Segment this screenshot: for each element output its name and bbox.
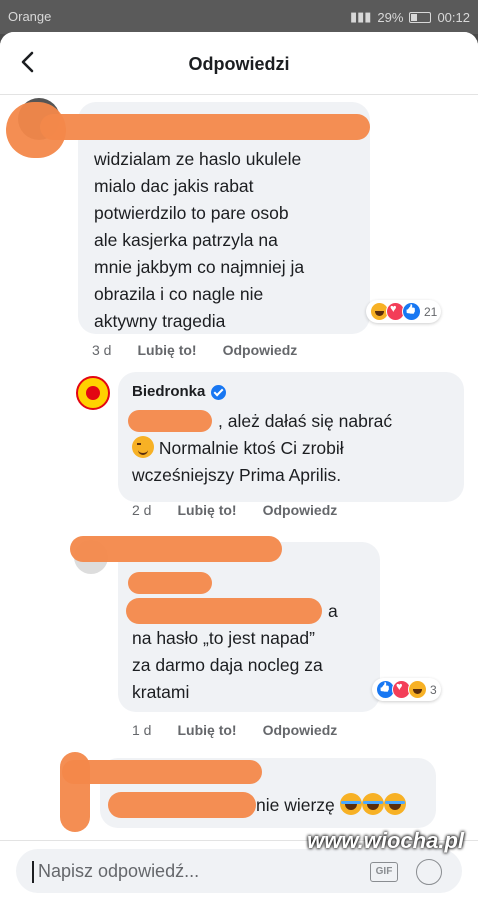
comment-author[interactable]: Biedronka [132, 382, 227, 402]
signal-icon: ▮▮▮ [349, 9, 372, 24]
comment-time: 3 d [92, 342, 112, 358]
comment-text-line: aktywny tragedia [94, 311, 226, 331]
crying-laughing-face-icon [383, 793, 406, 815]
comment-actions: 2 d Lubię to! Odpowiedz [132, 502, 337, 518]
comment-text-line: nie wierzę [256, 792, 406, 819]
reaction-summary[interactable]: 21 [366, 300, 442, 323]
redaction-mark [128, 410, 212, 432]
comment-text-line: Normalnie ktoś Ci zrobił [132, 435, 392, 462]
comment-text-line: potwierdzilo to pare osob [94, 203, 289, 223]
winking-face-icon [132, 436, 154, 458]
verified-badge-icon [211, 384, 227, 400]
reply-button[interactable]: Odpowiedz [263, 502, 338, 518]
comment-text-line: kratami [132, 682, 190, 702]
reply-button[interactable]: Odpowiedz [223, 342, 298, 358]
crying-laughing-face-icon [361, 793, 384, 815]
reaction-count: 3 [430, 682, 437, 697]
status-bar: Orange ▮▮▮ 29% 00:12 [0, 0, 478, 34]
comment-text-line: mnie jakbym co najmniej ja [94, 257, 305, 277]
redaction-mark [40, 114, 370, 140]
clock: 00:12 [437, 9, 470, 25]
comment-time: 1 d [132, 722, 152, 738]
comment-time: 2 d [132, 502, 152, 518]
comment-actions: 3 d Lubię to! Odpowiedz [92, 342, 297, 358]
comment-text-line: za darmo daja nocleg za [132, 655, 323, 675]
haha-reaction-icon [408, 680, 427, 699]
battery-percent: 29% [377, 9, 404, 25]
comment-text-line: wcześniejszy Prima Aprilis. [132, 465, 342, 485]
header: Odpowiedzi [0, 32, 478, 95]
redaction-mark [108, 792, 256, 818]
like-button[interactable]: Lubię to! [177, 722, 236, 738]
like-button[interactable]: Lubię to! [177, 502, 236, 518]
comment-bubble: a na hasło „to jest napad” za darmo daja… [118, 542, 380, 712]
watermark: www.wiocha.pl [307, 828, 464, 853]
reply-placeholder: Napisz odpowiedź... [38, 861, 200, 881]
comment-text-line: mialo dac jakis rabat [94, 176, 254, 196]
reaction-count: 21 [424, 304, 438, 319]
carrier-label: Orange [8, 9, 52, 24]
page-title: Odpowiedzi [188, 54, 290, 74]
sticker-icon[interactable] [416, 859, 442, 885]
replies-screen: Odpowiedzi widzialam ze haslo ukulele mi… [0, 32, 478, 900]
comment-text-line: obrazila i co nagle nie [94, 284, 264, 304]
reply-button[interactable]: Odpowiedz [263, 722, 338, 738]
comment-text-line: widzialam ze haslo ukulele [94, 149, 302, 169]
comment-actions: 1 d Lubię to! Odpowiedz [132, 722, 337, 738]
redaction-mark [126, 598, 322, 624]
gif-button[interactable]: GIF [370, 862, 398, 882]
reaction-summary[interactable]: 3 [372, 678, 441, 701]
comment-text-line: na hasło „to jest napad” [132, 628, 315, 648]
ladybug-logo-icon [86, 386, 100, 400]
comment-text: nie wierzę [256, 795, 335, 815]
redaction-mark [62, 760, 262, 784]
comment-text: Normalnie ktoś Ci zrobił [158, 438, 344, 458]
comment-bubble: Biedronka , ależ dałaś się nabrać Normal… [118, 372, 464, 502]
battery-icon [409, 11, 432, 23]
reply-input[interactable]: Napisz odpowiedź... GIF [16, 849, 462, 893]
comment-text-line: ale kasjerka patrzyla na [94, 230, 278, 250]
like-reaction-icon [402, 302, 421, 321]
crying-laughing-face-icon [339, 793, 362, 815]
like-button[interactable]: Lubię to! [137, 342, 196, 358]
status-icons: ▮▮▮ 29% 00:12 [350, 9, 470, 25]
redaction-mark [70, 536, 282, 562]
text-caret [32, 861, 34, 883]
author-name: Biedronka [132, 383, 206, 400]
redaction-mark [128, 572, 212, 594]
brand-avatar[interactable] [76, 376, 110, 410]
